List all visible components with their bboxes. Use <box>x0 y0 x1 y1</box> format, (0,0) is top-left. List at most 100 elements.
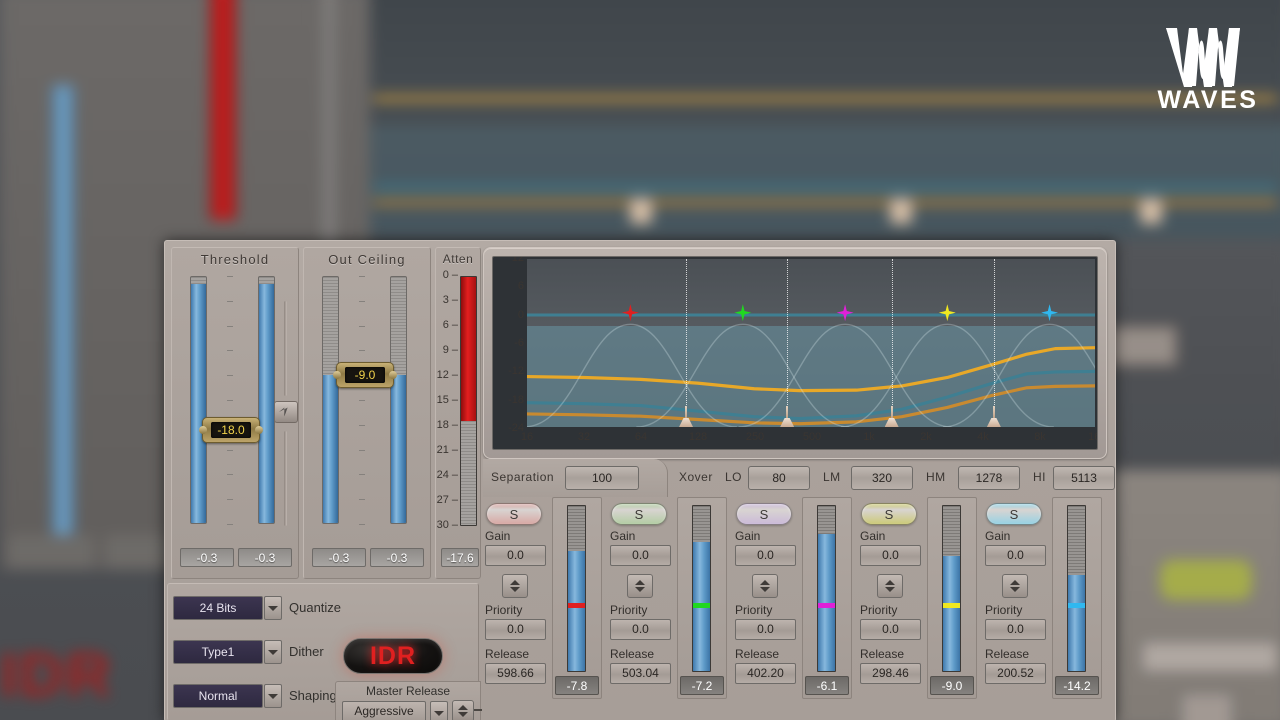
band-meter-value-4[interactable]: -9.0 <box>930 676 974 695</box>
bg-fader-blue <box>52 85 74 565</box>
band-meter-track-3 <box>817 505 836 672</box>
dither-label: Dither <box>289 644 324 659</box>
band-meter-value-1[interactable]: -7.8 <box>555 676 599 695</box>
dither-dropdown-arrow[interactable] <box>264 640 282 664</box>
band-gain-label-1: Gain <box>485 529 511 543</box>
band-release-value-2[interactable]: 503.04 <box>610 663 671 684</box>
eq-crossover-line-1 <box>686 259 688 427</box>
band-meter-fill-5 <box>1068 575 1085 671</box>
eq-band-node-2[interactable] <box>734 304 752 322</box>
band-meter-value-5[interactable]: -14.2 <box>1055 676 1099 695</box>
band-release-value-4[interactable]: 298.46 <box>860 663 921 684</box>
eq-crossover-handle-3[interactable] <box>884 405 899 427</box>
xover-hi-value[interactable]: 5113 <box>1053 466 1115 490</box>
eq-crossover-handle-2[interactable] <box>780 405 795 427</box>
atten-scale-label: 30 – <box>436 519 458 531</box>
crossover-strip: Separation 100 Xover LO 80 LM 320 HM 127… <box>483 459 1115 497</box>
atten-scale-label: 3 – <box>442 294 458 306</box>
spinner-up-icon <box>1010 580 1020 585</box>
chevron-down-icon <box>268 605 278 611</box>
atten-scale-label: 0 – <box>442 269 458 281</box>
fader-fill <box>191 284 206 523</box>
fader-track[interactable] <box>258 276 275 524</box>
shaping-select[interactable]: Normal <box>173 684 263 708</box>
eq-band-node-3[interactable] <box>836 304 854 322</box>
band-release-value-3[interactable]: 402.20 <box>735 663 796 684</box>
band-solo-button-2[interactable]: S <box>611 503 667 525</box>
xover-hm-label: HM <box>926 470 946 484</box>
fader-value-right[interactable]: -0.3 <box>370 548 424 567</box>
master-release-value[interactable]: Aggressive <box>342 701 426 720</box>
dither-select[interactable]: Type1 <box>173 640 263 664</box>
eq-y-tick-label: -6 <box>514 337 524 349</box>
eq-band-node-4[interactable] <box>938 304 956 322</box>
quantize-select[interactable]: 24 Bits <box>173 596 263 620</box>
xover-lo-value[interactable]: 80 <box>748 466 810 490</box>
chevron-down-icon <box>434 710 444 716</box>
eq-band-node-1[interactable] <box>621 304 639 322</box>
master-release-dropdown-arrow[interactable] <box>430 701 448 720</box>
fader-handle[interactable]: -9.0 <box>333 362 397 389</box>
eq-crossover-handle-1[interactable] <box>679 405 694 427</box>
shaping-dropdown-arrow[interactable] <box>264 684 282 708</box>
fader-handle[interactable]: -18.0 <box>199 416 263 443</box>
band-priority-value-4[interactable]: 0.0 <box>860 619 921 640</box>
link-toggle-button[interactable] <box>274 401 298 423</box>
atten-scale-label: 9 – <box>442 344 458 356</box>
separation-value[interactable]: 100 <box>565 466 639 490</box>
spinner-down-icon <box>635 587 645 592</box>
band-solo-button-1[interactable]: S <box>486 503 542 525</box>
eq-x-tick-label: 32 <box>577 431 591 443</box>
band-solo-button-4[interactable]: S <box>861 503 917 525</box>
band-gain-value-2[interactable]: 0.0 <box>610 545 671 566</box>
band-priority-spinner-2[interactable] <box>627 574 653 598</box>
crossover-grip-icon <box>780 418 795 427</box>
fader-empty <box>391 277 406 376</box>
band-priority-spinner-3[interactable] <box>752 574 778 598</box>
eq-graph-inner[interactable]: 12 6 0 -6 -12 -18 -24 16 32 64 128 250 500 1k 2k 4k 8k 1… <box>492 256 1098 450</box>
band-priority-spinner-4[interactable] <box>877 574 903 598</box>
band-priority-value-5[interactable]: 0.0 <box>985 619 1046 640</box>
eq-node-star-icon <box>1041 304 1059 322</box>
band-priority-spinner-5[interactable] <box>1002 574 1028 598</box>
band-solo-button-3[interactable]: S <box>736 503 792 525</box>
band-solo-button-5[interactable]: S <box>986 503 1042 525</box>
fader-value-left[interactable]: -0.3 <box>312 548 366 567</box>
band-priority-value-2[interactable]: 0.0 <box>610 619 671 640</box>
band-gain-value-1[interactable]: 0.0 <box>485 545 546 566</box>
xover-lm-value[interactable]: 320 <box>851 466 913 490</box>
fader-track[interactable] <box>322 276 339 524</box>
band-gain-value-4[interactable]: 0.0 <box>860 545 921 566</box>
quantize-dropdown-arrow[interactable] <box>264 596 282 620</box>
fader-track[interactable] <box>190 276 207 524</box>
spinner-down-icon <box>885 587 895 592</box>
eq-crossover-handle-4[interactable] <box>986 405 1001 427</box>
band-priority-value-3[interactable]: 0.0 <box>735 619 796 640</box>
fader-value-right[interactable]: -0.3 <box>238 548 292 567</box>
band-gain-value-3[interactable]: 0.0 <box>735 545 796 566</box>
waves-logo: WAVES <box>1154 26 1262 115</box>
band-release-value-1[interactable]: 598.66 <box>485 663 546 684</box>
eq-bell-band-5 <box>943 323 1095 427</box>
atten-scale-label: 27 – <box>436 494 458 506</box>
master-release-spinner[interactable] <box>452 700 474 720</box>
atten-value[interactable]: -17.6 <box>441 548 479 567</box>
bg-xover-handle <box>1140 198 1162 224</box>
crossover-grip-icon <box>679 418 694 427</box>
band-meter-value-2[interactable]: -7.2 <box>680 676 724 695</box>
band-gain-value-5[interactable]: 0.0 <box>985 545 1046 566</box>
band-meter-value-3[interactable]: -6.1 <box>805 676 849 695</box>
crossover-stem-icon <box>685 406 688 420</box>
spinner-down-icon <box>458 712 468 717</box>
fader-track[interactable] <box>390 276 407 524</box>
atten-meter <box>460 276 477 526</box>
eq-band-node-5[interactable] <box>1041 304 1059 322</box>
fader-handle-value: -18.0 <box>211 421 251 438</box>
band-priority-spinner-1[interactable] <box>502 574 528 598</box>
xover-hm-value[interactable]: 1278 <box>958 466 1020 490</box>
bg-xover-handle <box>890 198 912 224</box>
band-priority-value-1[interactable]: 0.0 <box>485 619 546 640</box>
eq-plot-area[interactable] <box>527 259 1095 427</box>
band-release-value-5[interactable]: 200.52 <box>985 663 1046 684</box>
fader-value-left[interactable]: -0.3 <box>180 548 234 567</box>
